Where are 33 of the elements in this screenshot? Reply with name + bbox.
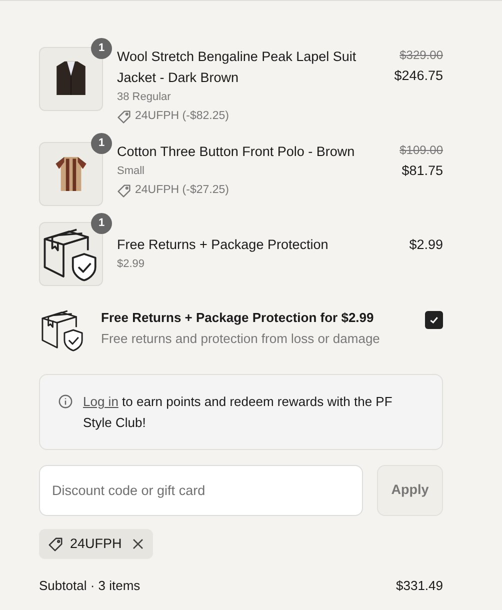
subtotal-value: $331.49 (396, 577, 443, 595)
discount-code-field[interactable]: Discount code or gift card (39, 465, 363, 516)
quantity-badge: 1 (91, 133, 112, 154)
checkmark-icon (429, 315, 439, 325)
tag-icon (117, 110, 131, 124)
discount-label: 24UFPH (-$82.25) (135, 109, 229, 124)
price: $2.99 (409, 236, 443, 254)
info-icon (58, 394, 73, 409)
original-price: $109.00 (400, 142, 443, 159)
product-variant: Small (117, 164, 146, 179)
quantity-badge: 1 (91, 213, 112, 234)
apply-button[interactable]: Apply (377, 465, 443, 516)
discount-code: 24UFPH (70, 534, 122, 553)
product-title: Wool Stretch Bengaline Peak Lapel Suit Jacket - Dark Brown (117, 48, 358, 87)
price: $246.75 (394, 67, 443, 85)
offer-description: Free returns and protection from loss or damage (101, 330, 381, 348)
remove-icon[interactable] (132, 538, 144, 550)
quantity-badge: 1 (91, 38, 112, 59)
subtotal-label: Subtotal · 3 items (39, 577, 140, 595)
tag-icon (117, 184, 131, 198)
product-title: Cotton Three Button Front Polo - Brown (117, 143, 356, 161)
login-link[interactable]: Log in (83, 394, 118, 409)
product-variant: $2.99 (117, 257, 146, 272)
original-price: $329.00 (400, 47, 443, 64)
price: $81.75 (402, 162, 443, 180)
tag-icon (48, 536, 63, 552)
discount-label: 24UFPH (-$27.25) (135, 183, 229, 198)
product-variant: 38 Regular (117, 90, 172, 105)
shirt-icon (54, 155, 88, 193)
product-title: Free Returns + Package Protection (117, 236, 330, 254)
offer-checkbox[interactable] (425, 311, 443, 329)
offer-title: Free Returns + Package Protection for $2.99 (101, 309, 375, 327)
rewards-text: Log in to earn points and redeem rewards with the PF Style Club! (83, 393, 394, 432)
